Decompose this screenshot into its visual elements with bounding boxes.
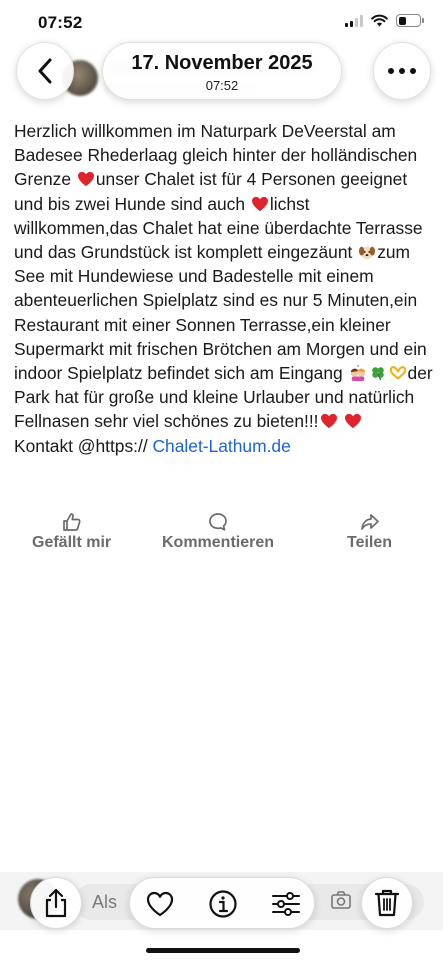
comment-placeholder: Als [92, 892, 118, 912]
status-bar: 07:52 [0, 0, 443, 44]
four-leaf-clover-icon [371, 367, 384, 381]
chalet-website-link[interactable]: Chalet-Lathum.de [153, 436, 291, 456]
thumbs-up-icon [62, 513, 81, 531]
delete-button[interactable] [361, 877, 413, 929]
home-indicator[interactable] [146, 948, 300, 953]
share-label: Teilen [347, 534, 393, 551]
status-icons [345, 14, 424, 27]
comment-label: Kommentieren [162, 534, 275, 551]
more-dots-icon [388, 68, 416, 74]
status-time: 07:52 [38, 13, 83, 32]
info-icon [209, 890, 237, 918]
like-button[interactable]: Gefällt mir [32, 512, 111, 552]
camera-icon[interactable] [330, 890, 352, 910]
photo-actions-pill [129, 877, 315, 929]
post-text-segment: Kontakt @https:// [14, 435, 153, 456]
photo-date: 17. November 2025 [131, 52, 313, 74]
share-button[interactable] [30, 877, 82, 929]
chevron-left-icon [38, 58, 52, 84]
battery-icon [396, 14, 424, 27]
red-heart-icon [320, 414, 337, 429]
favorite-button[interactable] [134, 878, 186, 930]
red-heart-icon [77, 172, 94, 187]
info-button[interactable] [197, 878, 249, 930]
like-label: Gefällt mir [32, 534, 112, 551]
adjust-button[interactable] [260, 878, 312, 930]
kissing-couple-icon [350, 365, 365, 382]
date-time-header[interactable]: 17. November 2025 07:52 [102, 42, 342, 100]
trash-icon [374, 889, 400, 917]
photo-time: 07:52 [205, 78, 239, 93]
share-post-button[interactable]: Teilen [347, 512, 392, 552]
heart-outline-icon [146, 891, 174, 917]
back-button[interactable] [16, 42, 74, 100]
more-button[interactable] [373, 42, 431, 100]
dog-face-icon [359, 246, 376, 260]
red-heart-icon [251, 196, 268, 211]
share-arrow-icon [360, 514, 379, 530]
heart-hands-icon [389, 366, 406, 380]
post-text: Herzlich willkommen im Naturpark DeVeers… [14, 119, 434, 458]
sliders-icon [272, 892, 300, 916]
red-heart-icon [345, 414, 362, 429]
post-actions: Gefällt mir Kommentieren Teilen [0, 512, 443, 556]
post-text-segment: zum See mit Hundewiese und Badestelle mi… [14, 242, 427, 384]
cellular-signal-icon [345, 14, 363, 27]
wifi-icon [371, 14, 388, 27]
comment-button[interactable]: Kommentieren [162, 512, 274, 552]
speech-bubble-icon [209, 513, 227, 531]
share-icon [45, 888, 67, 918]
